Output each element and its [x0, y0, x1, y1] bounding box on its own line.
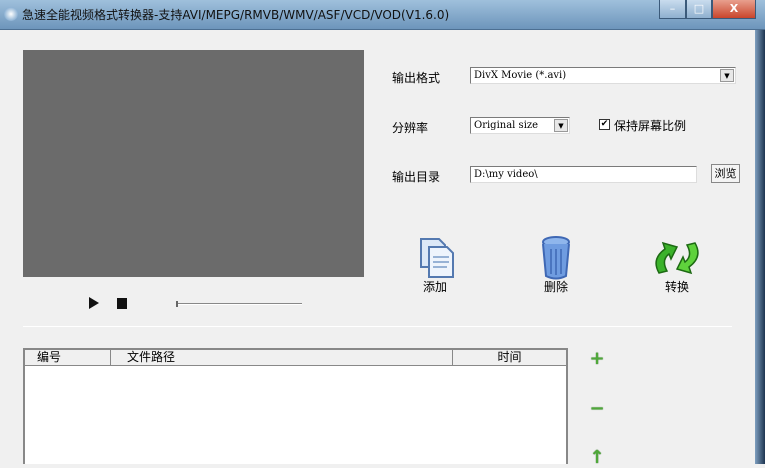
- app-icon: [4, 7, 18, 21]
- resolution-select[interactable]: Original size ▼: [470, 117, 570, 134]
- list-header: 编号 文件路径 时间: [25, 350, 566, 366]
- minimize-button[interactable]: –: [659, 0, 686, 19]
- chevron-down-icon: ▼: [720, 69, 734, 82]
- stop-button[interactable]: [117, 298, 127, 309]
- chevron-down-icon: ▼: [554, 119, 568, 132]
- play-button[interactable]: [89, 297, 99, 309]
- add-label: 添加: [422, 280, 447, 294]
- minus-icon[interactable]: −: [588, 400, 606, 418]
- divider: [23, 326, 732, 327]
- title-bar: 急速全能视频格式转换器-支持AVI/MEPG/RMVB/WMV/ASF/VCD/…: [0, 0, 765, 30]
- progress-slider-thumb[interactable]: [176, 301, 178, 307]
- window-border: [755, 30, 765, 464]
- resolution-label: 分辨率: [392, 121, 429, 135]
- format-value: DivX Movie (*.avi): [474, 70, 567, 81]
- video-preview: [23, 50, 364, 277]
- format-label: 输出格式: [392, 71, 441, 85]
- progress-slider[interactable]: [176, 303, 302, 305]
- outdir-label: 输出目录: [392, 170, 441, 184]
- delete-label: 删除: [543, 280, 568, 294]
- maximize-button[interactable]: □: [686, 0, 712, 19]
- column-header-path[interactable]: 文件路径: [111, 350, 453, 365]
- file-list[interactable]: 编号 文件路径 时间: [23, 348, 568, 464]
- column-header-time[interactable]: 时间: [453, 350, 566, 365]
- window-title: 急速全能视频格式转换器-支持AVI/MEPG/RMVB/WMV/ASF/VCD/…: [22, 8, 450, 22]
- browse-button[interactable]: 浏览: [711, 164, 740, 183]
- trash-icon: [542, 236, 570, 280]
- close-button[interactable]: X: [712, 0, 756, 19]
- keep-ratio-label: 保持屏幕比例: [614, 119, 687, 133]
- documents-icon: [420, 238, 454, 278]
- convert-label: 转换: [664, 280, 689, 294]
- arrow-up-icon[interactable]: ↑: [588, 449, 606, 467]
- column-header-number[interactable]: 编号: [25, 350, 111, 365]
- outdir-input[interactable]: D:\my video\: [470, 166, 697, 183]
- resolution-value: Original size: [474, 120, 539, 131]
- format-select[interactable]: DivX Movie (*.avi) ▼: [470, 67, 736, 84]
- convert-arrows-icon: [655, 241, 699, 275]
- delete-button[interactable]: 删除: [526, 235, 586, 295]
- convert-button[interactable]: 转换: [647, 235, 707, 295]
- add-button[interactable]: 添加: [405, 235, 465, 295]
- keep-ratio-checkbox[interactable]: ✔: [599, 119, 610, 130]
- plus-icon[interactable]: +: [588, 350, 606, 368]
